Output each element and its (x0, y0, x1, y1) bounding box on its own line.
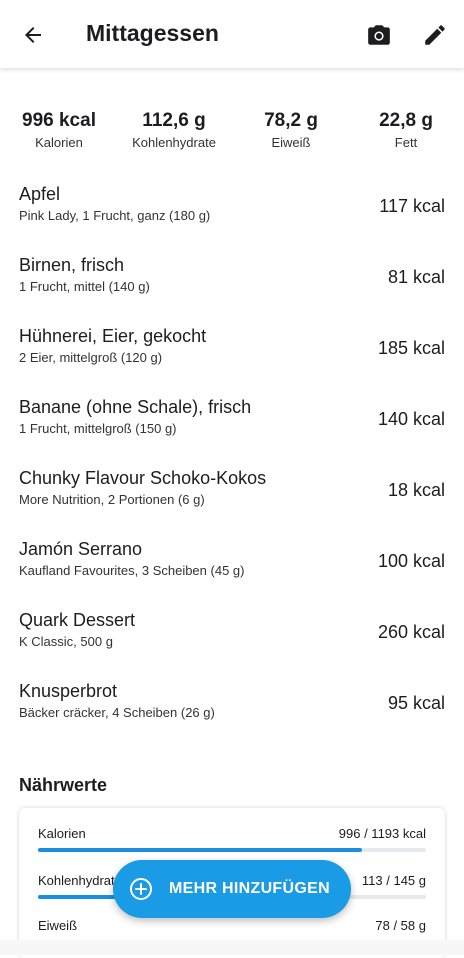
food-kcal: 140 kcal (377, 409, 445, 429)
food-name: Hühnerei, Eier, gekocht (19, 326, 207, 346)
pencil-icon (425, 25, 445, 45)
food-kcal: 260 kcal (377, 622, 445, 642)
food-kcal: 81 kcal (387, 267, 445, 287)
list-item[interactable]: Knusperbrot Bäcker cräcker, 4 Scheiben (… (0, 675, 464, 746)
list-item[interactable]: Birnen, frisch 1 Frucht, mittel (140 g) … (0, 249, 464, 320)
edit-button[interactable] (416, 16, 454, 54)
summary-label: Eiweiß (271, 135, 311, 150)
food-kcal: 185 kcal (377, 338, 445, 358)
summary-protein: 78,2 g Eiweiß (248, 110, 334, 150)
back-button[interactable] (14, 16, 52, 54)
food-name: Banane (ohne Schale), frisch (19, 397, 252, 417)
food-detail: K Classic, 500 g (19, 634, 113, 649)
plus-circle-icon (130, 878, 152, 900)
nutrient-row-kalorien: Kalorien 996 / 1193 kcal (38, 826, 426, 856)
food-detail: 1 Frucht, mittel (140 g) (19, 279, 150, 294)
summary-carbs: 112,6 g Kohlenhydrate (119, 110, 229, 150)
page-title: Mittagessen (86, 20, 219, 46)
nutrient-label: Kalorien (38, 826, 86, 841)
nutrient-value: 78 / 58 g (375, 918, 426, 933)
nutrition-summary: 996 kcal Kalorien 112,6 g Kohlenhydrate … (0, 110, 464, 160)
arrow-left-icon (25, 27, 41, 43)
food-detail: Pink Lady, 1 Frucht, ganz (180 g) (19, 208, 211, 223)
list-item[interactable]: Apfel Pink Lady, 1 Frucht, ganz (180 g) … (0, 178, 464, 249)
nutrient-label: Kohlenhydrate (38, 873, 122, 888)
summary-value: 22,8 g (379, 110, 433, 131)
add-more-label: MEHR HINZUFÜGEN (169, 880, 330, 897)
food-kcal: 18 kcal (387, 480, 445, 500)
list-item[interactable]: Jamón Serrano Kaufland Favourites, 3 Sch… (0, 533, 464, 604)
food-detail: Bäcker cräcker, 4 Scheiben (26 g) (19, 705, 215, 720)
list-item[interactable]: Quark Dessert K Classic, 500 g 260 kcal (0, 604, 464, 675)
section-title-naehrwerte: Nährwerte (19, 775, 108, 795)
food-detail: More Nutrition, 2 Portionen (6 g) (19, 492, 205, 507)
summary-label: Kalorien (35, 135, 83, 150)
food-name: Birnen, frisch (19, 255, 125, 275)
food-kcal: 100 kcal (377, 551, 445, 571)
food-detail: Kaufland Favourites, 3 Scheiben (45 g) (19, 563, 245, 578)
food-kcal: 117 kcal (379, 196, 445, 216)
summary-label: Fett (394, 135, 418, 150)
food-list: Apfel Pink Lady, 1 Frucht, ganz (180 g) … (0, 178, 464, 746)
progress-track (38, 848, 426, 852)
summary-value: 78,2 g (264, 110, 318, 131)
food-name: Quark Dessert (19, 610, 136, 630)
food-name: Chunky Flavour Schoko-Kokos (19, 468, 267, 488)
food-kcal: 95 kcal (387, 693, 445, 713)
camera-button[interactable] (360, 16, 398, 54)
summary-value: 996 kcal (22, 110, 96, 131)
nutrient-value: 113 / 145 g (361, 873, 426, 888)
food-name: Apfel (19, 184, 61, 204)
bottom-edge (0, 940, 464, 955)
app-bar: Mittagessen (0, 0, 464, 68)
add-more-button[interactable]: MEHR HINZUFÜGEN (113, 860, 351, 918)
food-name: Jamón Serrano (19, 539, 143, 559)
summary-fat: 22,8 g Fett (364, 110, 448, 150)
progress-fill (38, 848, 362, 852)
summary-label: Kohlenhydrate (132, 135, 216, 150)
food-detail: 1 Frucht, mittelgroß (150 g) (19, 421, 177, 436)
summary-value: 112,6 g (142, 110, 206, 131)
summary-calories: 996 kcal Kalorien (14, 110, 104, 150)
list-item[interactable]: Chunky Flavour Schoko-Kokos More Nutriti… (0, 462, 464, 533)
list-item[interactable]: Banane (ohne Schale), frisch 1 Frucht, m… (0, 391, 464, 462)
food-detail: 2 Eier, mittelgroß (120 g) (19, 350, 163, 365)
list-item[interactable]: Hühnerei, Eier, gekocht 2 Eier, mittelgr… (0, 320, 464, 391)
food-name: Knusperbrot (19, 681, 118, 701)
nutrient-value: 996 / 1193 kcal (338, 826, 426, 841)
nutrient-label: Eiweiß (38, 918, 78, 933)
camera-icon (368, 25, 390, 45)
